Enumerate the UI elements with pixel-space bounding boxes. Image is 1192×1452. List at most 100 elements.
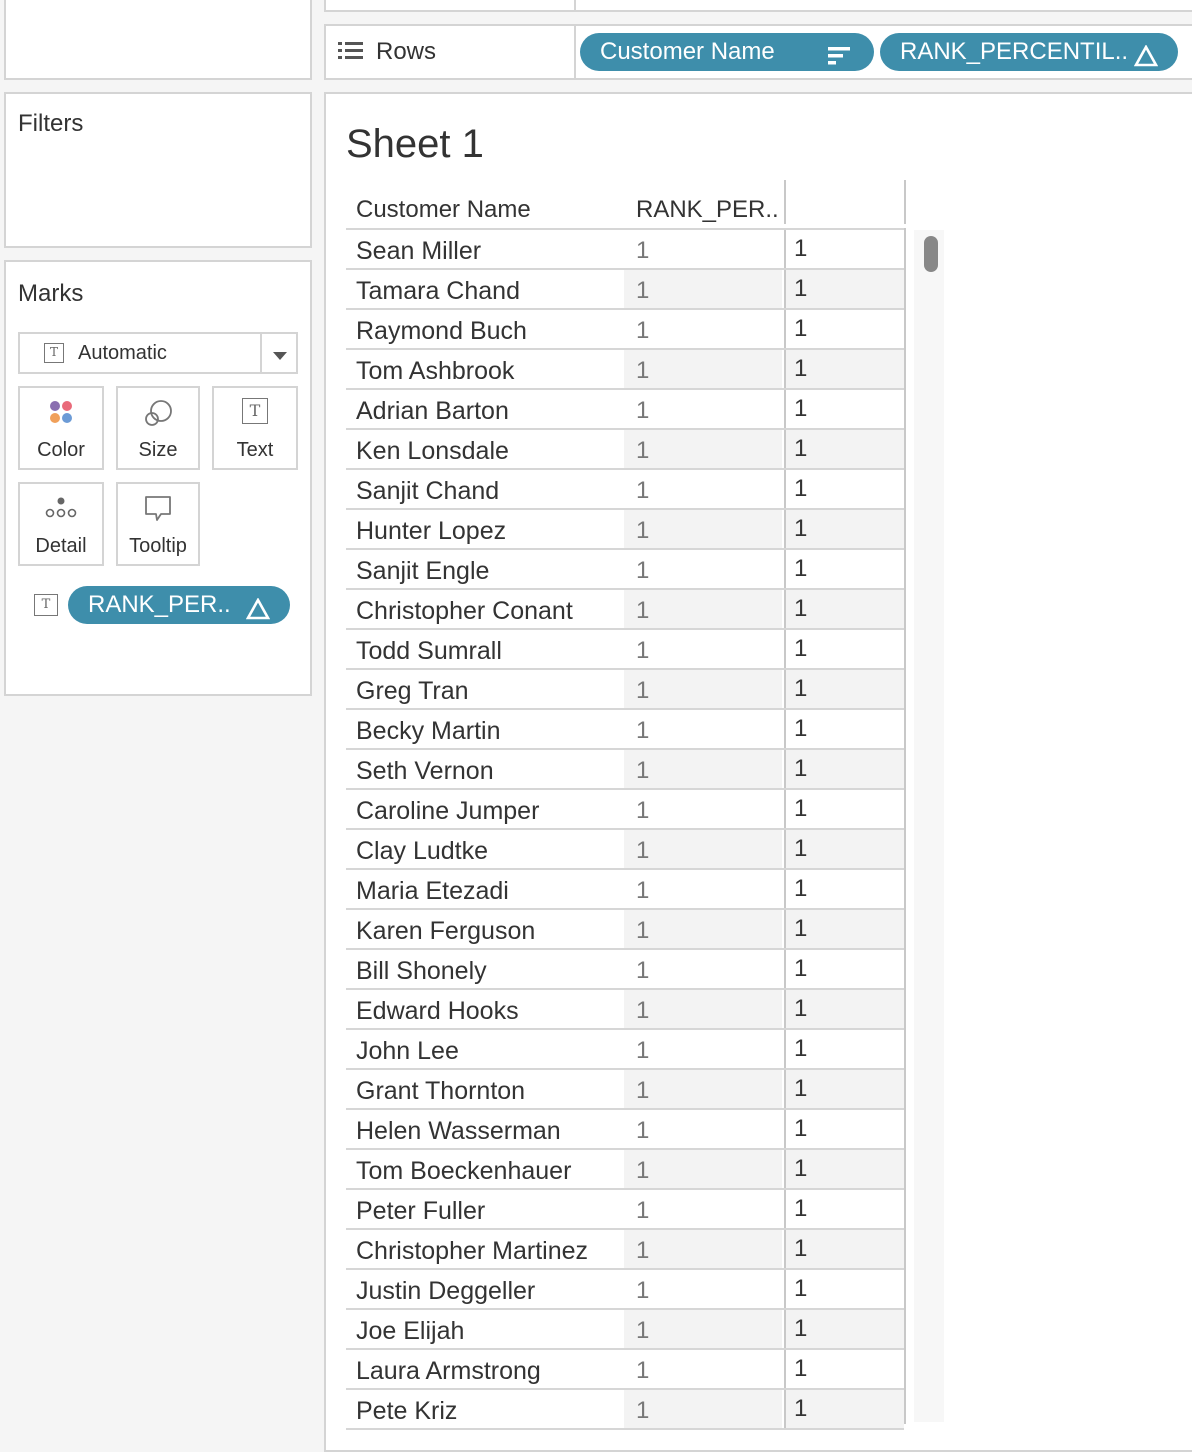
rank-percentile-cell[interactable]: 1 — [624, 1150, 782, 1188]
customer-name-cell[interactable]: Sanjit Engle — [356, 550, 624, 588]
filters-panel[interactable]: Filters — [4, 92, 312, 248]
column-header-rank-percentile[interactable]: RANK_PER.. — [636, 184, 784, 226]
table-row[interactable]: Caroline Jumper 1 1 — [346, 790, 906, 830]
value-cell[interactable]: 1 — [784, 990, 904, 1028]
rank-percentile-cell[interactable]: 1 — [624, 1310, 782, 1348]
value-cell[interactable]: 1 — [784, 230, 904, 268]
rank-percentile-cell[interactable]: 1 — [624, 910, 782, 948]
table-row[interactable]: Bill Shonely 1 1 — [346, 950, 906, 990]
customer-name-cell[interactable]: Helen Wasserman — [356, 1110, 624, 1148]
color-button[interactable]: Color — [18, 386, 104, 470]
table-row[interactable]: Edward Hooks 1 1 — [346, 990, 906, 1030]
value-cell[interactable]: 1 — [784, 350, 904, 388]
table-row[interactable]: Greg Tran 1 1 — [346, 670, 906, 710]
value-cell[interactable]: 1 — [784, 1310, 904, 1348]
customer-name-cell[interactable]: Maria Etezadi — [356, 870, 624, 908]
rank-percentile-pill[interactable]: RANK_PERCENTIL.. — [880, 33, 1178, 71]
customer-name-cell[interactable]: Laura Armstrong — [356, 1350, 624, 1388]
value-cell[interactable]: 1 — [784, 1230, 904, 1268]
value-cell[interactable]: 1 — [784, 1110, 904, 1148]
customer-name-cell[interactable]: Greg Tran — [356, 670, 624, 708]
value-cell[interactable]: 1 — [784, 1270, 904, 1308]
customer-name-cell[interactable]: Tom Boeckenhauer — [356, 1150, 624, 1188]
rank-percentile-cell[interactable]: 1 — [624, 670, 782, 708]
customer-name-cell[interactable]: Todd Sumrall — [356, 630, 624, 668]
customer-name-cell[interactable]: Becky Martin — [356, 710, 624, 748]
rank-percentile-cell[interactable]: 1 — [624, 270, 782, 308]
table-row[interactable]: Hunter Lopez 1 1 — [346, 510, 906, 550]
customer-name-cell[interactable]: Karen Ferguson — [356, 910, 624, 948]
table-row[interactable]: Justin Deggeller 1 1 — [346, 1270, 906, 1310]
customer-name-cell[interactable]: Pete Kriz — [356, 1390, 624, 1428]
value-cell[interactable]: 1 — [784, 1190, 904, 1228]
customer-name-cell[interactable]: Peter Fuller — [356, 1190, 624, 1228]
customer-name-cell[interactable]: Raymond Buch — [356, 310, 624, 348]
customer-name-cell[interactable]: Seth Vernon — [356, 750, 624, 788]
rank-percentile-cell[interactable]: 1 — [624, 1350, 782, 1388]
value-cell[interactable]: 1 — [784, 510, 904, 548]
value-cell[interactable]: 1 — [784, 430, 904, 468]
table-row[interactable]: Pete Kriz 1 1 — [346, 1390, 906, 1430]
customer-name-cell[interactable]: Christopher Martinez — [356, 1230, 624, 1268]
rank-percentile-cell[interactable]: 1 — [624, 430, 782, 468]
value-cell[interactable]: 1 — [784, 910, 904, 948]
rank-percentile-cell[interactable]: 1 — [624, 1190, 782, 1228]
rank-percentile-cell[interactable]: 1 — [624, 350, 782, 388]
columns-shelf[interactable] — [324, 0, 1192, 12]
rank-percentile-cell[interactable]: 1 — [624, 950, 782, 988]
value-cell[interactable]: 1 — [784, 470, 904, 508]
rank-percentile-cell[interactable]: 1 — [624, 1030, 782, 1068]
rows-shelf[interactable]: Rows Customer Name RANK_PERCENTIL.. — [324, 24, 1192, 80]
customer-name-cell[interactable]: Christopher Conant — [356, 590, 624, 628]
customer-name-cell[interactable]: John Lee — [356, 1030, 624, 1068]
rank-percentile-cell[interactable]: 1 — [624, 470, 782, 508]
rank-percentile-cell[interactable]: 1 — [624, 510, 782, 548]
text-button[interactable]: T Text — [212, 386, 298, 470]
value-cell[interactable]: 1 — [784, 710, 904, 748]
customer-name-cell[interactable]: Adrian Barton — [356, 390, 624, 428]
value-cell[interactable]: 1 — [784, 830, 904, 868]
value-cell[interactable]: 1 — [784, 1030, 904, 1068]
customer-name-cell[interactable]: Caroline Jumper — [356, 790, 624, 828]
value-cell[interactable]: 1 — [784, 1390, 904, 1428]
rank-percentile-cell[interactable]: 1 — [624, 230, 782, 268]
table-row[interactable]: Todd Sumrall 1 1 — [346, 630, 906, 670]
sort-descending-icon[interactable] — [828, 42, 852, 80]
mark-type-dropdown[interactable]: T Automatic — [18, 332, 298, 374]
table-row[interactable]: Karen Ferguson 1 1 — [346, 910, 906, 950]
rank-percentile-cell[interactable]: 1 — [624, 830, 782, 868]
table-row[interactable]: Tamara Chand 1 1 — [346, 270, 906, 310]
customer-name-cell[interactable]: Justin Deggeller — [356, 1270, 624, 1308]
value-cell[interactable]: 1 — [784, 750, 904, 788]
table-row[interactable]: Adrian Barton 1 1 — [346, 390, 906, 430]
value-cell[interactable]: 1 — [784, 270, 904, 308]
customer-name-cell[interactable]: Tamara Chand — [356, 270, 624, 308]
customer-name-cell[interactable]: Tom Ashbrook — [356, 350, 624, 388]
detail-button[interactable]: Detail — [18, 482, 104, 566]
customer-name-cell[interactable]: Sanjit Chand — [356, 470, 624, 508]
customer-name-pill[interactable]: Customer Name — [580, 33, 874, 71]
customer-name-cell[interactable]: Grant Thornton — [356, 1070, 624, 1108]
rank-percentile-text-pill[interactable]: RANK_PER.. — [68, 586, 290, 624]
size-button[interactable]: Size — [116, 386, 200, 470]
value-cell[interactable]: 1 — [784, 1070, 904, 1108]
rank-percentile-cell[interactable]: 1 — [624, 310, 782, 348]
value-cell[interactable]: 1 — [784, 310, 904, 348]
table-row[interactable]: Grant Thornton 1 1 — [346, 1070, 906, 1110]
rank-percentile-cell[interactable]: 1 — [624, 1070, 782, 1108]
customer-name-cell[interactable]: Hunter Lopez — [356, 510, 624, 548]
table-row[interactable]: Christopher Conant 1 1 — [346, 590, 906, 630]
value-cell[interactable]: 1 — [784, 790, 904, 828]
tooltip-button[interactable]: Tooltip — [116, 482, 200, 566]
rank-percentile-cell[interactable]: 1 — [624, 870, 782, 908]
vertical-scrollbar[interactable] — [914, 230, 944, 1422]
rank-percentile-cell[interactable]: 1 — [624, 1270, 782, 1308]
rank-percentile-cell[interactable]: 1 — [624, 750, 782, 788]
table-row[interactable]: Helen Wasserman 1 1 — [346, 1110, 906, 1150]
rank-percentile-cell[interactable]: 1 — [624, 590, 782, 628]
rank-percentile-cell[interactable]: 1 — [624, 630, 782, 668]
rank-percentile-cell[interactable]: 1 — [624, 1110, 782, 1148]
scrollbar-thumb[interactable] — [924, 236, 938, 272]
value-cell[interactable]: 1 — [784, 550, 904, 588]
table-row[interactable]: Maria Etezadi 1 1 — [346, 870, 906, 910]
